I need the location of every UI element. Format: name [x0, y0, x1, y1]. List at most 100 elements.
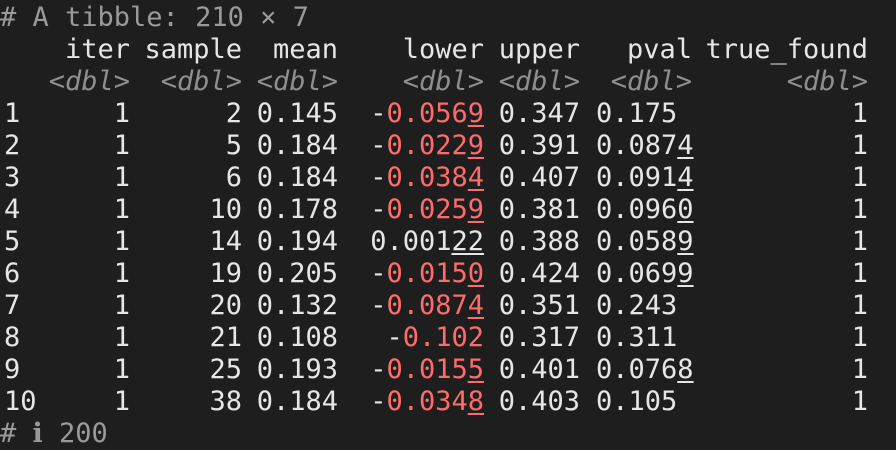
column-header-lower: lower: [402, 34, 484, 65]
lower-value: 0.038: [386, 162, 468, 193]
cell-pval: 0.105: [596, 386, 677, 418]
cell-iter: 1: [113, 98, 130, 129]
cell-true-found: 1: [851, 162, 868, 193]
pval-insignificant-digits: 8: [677, 354, 694, 385]
column-type-mean: <dbl>: [256, 66, 338, 97]
cell-sample: 20: [209, 290, 242, 321]
table-row: 2 1 5 0.184 -0.0229 0.391 0.0874 1: [0, 130, 896, 162]
cell-upper: 0.401: [498, 354, 580, 385]
row-number: 9: [4, 354, 21, 385]
table-row: 8 1 21 0.108 -0.102 0.317 0.311 1: [0, 322, 896, 354]
row-number: 2: [4, 130, 21, 161]
cell-upper: 0.424: [498, 258, 580, 289]
lower-value: 0.015: [386, 354, 468, 385]
column-type-iter: <dbl>: [48, 66, 130, 97]
column-header-true-found: true_found: [705, 34, 868, 65]
cell-lower: -0.0569: [370, 98, 484, 130]
lower-value: 0.087: [386, 290, 468, 321]
cell-true-found: 1: [851, 98, 868, 129]
lower-value: 0.025: [386, 194, 468, 225]
tibble-header: # A tibble: 210 × 7: [0, 2, 309, 33]
lower-value-insignificant-digits: 0: [467, 258, 484, 289]
cell-sample: 21: [209, 322, 242, 353]
cell-pval: 0.243: [596, 290, 677, 322]
lower-value: 0.102: [402, 322, 484, 353]
lower-value: 0.001: [370, 226, 452, 257]
cell-lower: -0.0150: [370, 258, 484, 290]
row-number: 6: [4, 258, 21, 289]
cell-sample: 10: [209, 194, 242, 225]
lower-value-insignificant-digits: 4: [467, 162, 484, 193]
cell-sample: 5: [225, 130, 242, 161]
lower-sign: -: [370, 386, 387, 417]
table-row: 9 1 25 0.193 -0.0155 0.401 0.0768 1: [0, 354, 896, 386]
cell-lower: -0.0348: [370, 386, 484, 418]
column-type-upper: <dbl>: [498, 66, 580, 97]
table-row: 4 1 10 0.178 -0.0259 0.381 0.0960 1: [0, 194, 896, 226]
tibble-footer: # ℹ 200: [0, 418, 108, 449]
row-number: 1: [4, 98, 21, 129]
cell-upper: 0.407: [498, 162, 580, 193]
lower-value-insignificant-digits: 5: [467, 354, 484, 385]
cell-true-found: 1: [851, 322, 868, 353]
cell-true-found: 1: [851, 258, 868, 289]
column-type-lower: <dbl>: [402, 66, 484, 97]
cell-lower: -0.102: [386, 322, 484, 354]
cell-iter: 1: [113, 386, 130, 417]
cell-iter: 1: [113, 258, 130, 289]
cell-mean: 0.184: [256, 162, 338, 193]
lower-value: 0.015: [386, 258, 468, 289]
pval-insignificant-digits: 4: [677, 162, 694, 193]
cell-upper: 0.388: [498, 226, 580, 257]
cell-lower: -0.0384: [370, 162, 484, 194]
cell-pval: 0.175: [596, 98, 677, 130]
column-type-row: <dbl> <dbl> <dbl> <dbl> <dbl> <dbl> <dbl>: [0, 66, 896, 98]
r-console-output: # A tibble: 210 × 7 iter sample mean lower u…: [0, 0, 896, 449]
pval-value: 0.096: [596, 194, 678, 225]
cell-lower: -0.0155: [370, 354, 484, 386]
cell-sample: 2: [225, 98, 242, 129]
column-type-sample: <dbl>: [160, 66, 242, 97]
lower-value-insignificant-digits: 9: [467, 130, 484, 161]
pval-value: 0.243: [596, 290, 678, 321]
cell-iter: 1: [113, 162, 130, 193]
cell-mean: 0.205: [256, 258, 338, 289]
cell-true-found: 1: [851, 290, 868, 321]
pval-value: 0.076: [596, 354, 678, 385]
table-row: 1 1 2 0.145 -0.0569 0.347 0.175 1: [0, 98, 896, 130]
cell-iter: 1: [113, 130, 130, 161]
cell-lower: -0.0259: [370, 194, 484, 226]
table-row: 3 1 6 0.184 -0.0384 0.407 0.0914 1: [0, 162, 896, 194]
column-header-iter: iter: [64, 34, 130, 65]
pval-insignificant-digits: 0: [677, 194, 694, 225]
cell-pval: 0.0589: [596, 226, 694, 258]
cell-upper: 0.351: [498, 290, 580, 321]
cell-mean: 0.193: [256, 354, 338, 385]
cell-mean: 0.108: [256, 322, 338, 353]
pval-insignificant-digits: 4: [677, 130, 694, 161]
cell-pval: 0.0960: [596, 194, 694, 226]
lower-value-insignificant-digits: 9: [467, 194, 484, 225]
cell-mean: 0.184: [256, 386, 338, 417]
lower-value-insignificant-digits: 9: [467, 98, 484, 129]
cell-true-found: 1: [851, 354, 868, 385]
lower-value-insignificant-digits: 22: [451, 226, 484, 257]
cell-iter: 1: [113, 322, 130, 353]
lower-value: 0.056: [386, 98, 468, 129]
lower-sign: -: [370, 258, 387, 289]
cell-pval: 0.0699: [596, 258, 694, 290]
cell-upper: 0.381: [498, 194, 580, 225]
lower-sign: -: [370, 354, 387, 385]
pval-value: 0.105: [596, 386, 678, 417]
lower-value: 0.022: [386, 130, 468, 161]
pval-value: 0.069: [596, 258, 678, 289]
cell-iter: 1: [113, 290, 130, 321]
lower-value-insignificant-digits: 4: [467, 290, 484, 321]
lower-sign: [354, 226, 370, 257]
pval-value: 0.311: [596, 322, 678, 353]
row-number: 5: [4, 226, 21, 257]
lower-sign: -: [370, 194, 387, 225]
cell-true-found: 1: [851, 226, 868, 257]
cell-upper: 0.317: [498, 322, 580, 353]
cell-sample: 6: [225, 162, 242, 193]
